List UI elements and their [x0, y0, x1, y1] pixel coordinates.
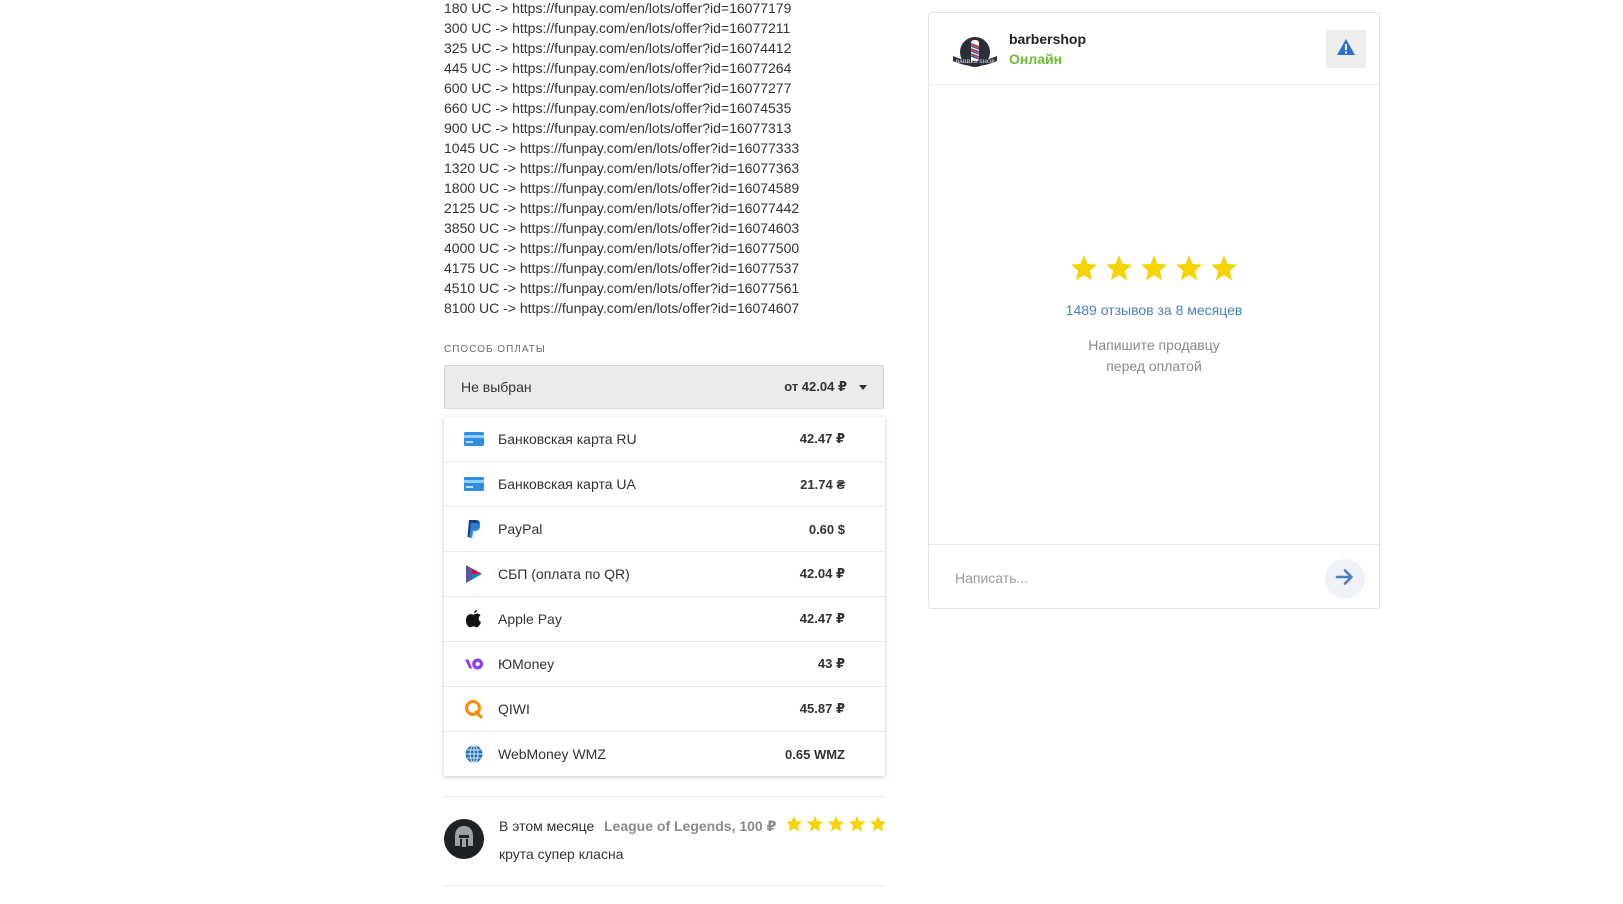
contact-hint-line: перед оплатой	[1106, 358, 1202, 374]
offer-line: 600 UC -> https://funpay.com/en/lots/off…	[444, 80, 792, 96]
message-compose	[929, 544, 1379, 609]
helmet-icon	[453, 825, 475, 854]
apple-icon	[464, 609, 484, 629]
offer-line: 4510 UC -> https://funpay.com/en/lots/of…	[444, 280, 800, 296]
offer-line: 325 UC -> https://funpay.com/en/lots/off…	[444, 40, 792, 56]
payment-option-qiwi[interactable]: QIWI 45.87 ₽	[444, 687, 885, 732]
seller-avatar[interactable]: BARBER SHOP	[951, 34, 999, 70]
message-input[interactable]	[953, 563, 1317, 593]
payment-option-name: СБП (оплата по QR)	[498, 566, 630, 582]
offer-line: 1800 UC -> https://funpay.com/en/lots/of…	[444, 180, 800, 196]
offer-line: 2125 UC -> https://funpay.com/en/lots/of…	[444, 200, 800, 216]
payment-option-price: 42.47 ₽	[799, 611, 845, 626]
offer-line: 3850 UC -> https://funpay.com/en/lots/of…	[444, 220, 800, 236]
payment-option-name: WebMoney WMZ	[498, 746, 606, 762]
payment-option-sbp[interactable]: СБП (оплата по QR) 42.04 ₽	[444, 552, 885, 597]
payment-option-bank-card-ru[interactable]: Банковская карта RU 42.47 ₽	[444, 417, 885, 462]
offer-line: 180 UC -> https://funpay.com/en/lots/off…	[444, 0, 792, 16]
star-icon	[1211, 255, 1237, 281]
offer-line: 445 UC -> https://funpay.com/en/lots/off…	[444, 60, 792, 76]
payment-option-apple-pay[interactable]: Apple Pay 42.47 ₽	[444, 597, 885, 642]
offer-line: 900 UC -> https://funpay.com/en/lots/off…	[444, 120, 792, 136]
payment-method-dropdown: Банковская карта RU 42.47 ₽ Банковская к…	[444, 417, 885, 776]
svg-text:BARBER SHOP: BARBER SHOP	[956, 59, 996, 65]
bank-card-icon	[464, 429, 484, 449]
bank-card-icon	[464, 474, 484, 494]
payment-option-paypal[interactable]: PayPal 0.60 $	[444, 507, 885, 552]
payment-option-name: Банковская карта UA	[498, 476, 636, 492]
star-icon	[827, 815, 845, 832]
arrow-right-icon	[1335, 568, 1355, 591]
offer-line: 660 UC -> https://funpay.com/en/lots/off…	[444, 100, 792, 116]
seller-card: BARBER SHOP barbershop Онлайн 1489 отзыв…	[928, 12, 1380, 609]
reviewer-avatar	[444, 819, 484, 859]
payment-from-price: от 42.04 ₽	[784, 379, 847, 394]
review-game: League of Legends, 100 ₽	[604, 818, 777, 834]
paypal-icon	[464, 519, 484, 539]
sbp-icon	[464, 564, 484, 584]
payment-option-price: 0.60 $	[808, 521, 845, 537]
payment-option-name: ЮMoney	[498, 656, 555, 672]
payment-option-price: 42.47 ₽	[799, 431, 845, 446]
caret-down-icon	[859, 384, 867, 390]
offer-line: 4000 UC -> https://funpay.com/en/lots/of…	[444, 240, 800, 256]
payment-option-yoomoney[interactable]: ЮMoney 43 ₽	[444, 642, 885, 687]
payment-option-name: Apple Pay	[498, 611, 562, 627]
payment-selected-value: Не выбран	[461, 379, 532, 395]
payment-option-price: 42.04 ₽	[799, 566, 845, 581]
reviews-link[interactable]: 1489 отзывов за 8 месяцев	[929, 302, 1379, 318]
divider	[444, 885, 884, 886]
offer-line: 300 UC -> https://funpay.com/en/lots/off…	[444, 20, 791, 36]
report-button[interactable]	[1326, 30, 1366, 68]
qiwi-icon	[464, 699, 484, 719]
payment-option-webmoney-wmz[interactable]: WebMoney WMZ 0.65 WMZ	[444, 732, 885, 776]
contact-hint-line: Напишите продавцу	[1088, 337, 1220, 353]
seller-status: Онлайн	[1009, 51, 1063, 67]
star-icon	[785, 815, 803, 832]
review-text: крута супер класна	[499, 846, 624, 862]
offer-line: 4175 UC -> https://funpay.com/en/lots/of…	[444, 260, 800, 276]
offers-list: 180 UC -> https://funpay.com/en/lots/off…	[444, 0, 864, 320]
payment-option-name: PayPal	[498, 521, 543, 537]
warning-icon	[1336, 38, 1356, 61]
payment-method-select[interactable]: Не выбран от 42.04 ₽	[444, 365, 884, 409]
webmoney-icon	[464, 744, 484, 764]
send-button[interactable]	[1325, 559, 1365, 599]
payment-option-price: 0.65 WMZ	[785, 746, 845, 762]
yoomoney-icon	[464, 654, 484, 674]
payment-option-price: 21.74 ₴	[800, 476, 845, 492]
star-icon	[1141, 255, 1167, 281]
divider	[444, 796, 884, 797]
contact-hint: Напишите продавцу перед оплатой	[929, 335, 1379, 377]
star-icon	[1106, 255, 1132, 281]
seller-name[interactable]: barbershop	[1009, 31, 1086, 47]
star-icon	[848, 815, 866, 832]
payment-method-label: СПОСОБ ОПЛАТЫ	[444, 344, 546, 355]
payment-option-name: Банковская карта RU	[498, 431, 637, 447]
seller-header: BARBER SHOP barbershop Онлайн	[929, 13, 1379, 85]
review-date: В этом месяце	[499, 818, 595, 834]
seller-rating	[929, 254, 1379, 281]
star-icon	[1176, 255, 1202, 281]
payment-option-name: QIWI	[498, 701, 530, 717]
payment-option-price: 45.87 ₽	[799, 701, 845, 716]
payment-option-bank-card-ua[interactable]: Банковская карта UA 21.74 ₴	[444, 462, 885, 507]
payment-option-price: 43 ₽	[817, 656, 845, 671]
offer-line: 1320 UC -> https://funpay.com/en/lots/of…	[444, 160, 800, 176]
star-icon	[806, 815, 824, 832]
review-rating	[785, 815, 887, 832]
offer-line: 1045 UC -> https://funpay.com/en/lots/of…	[444, 140, 800, 156]
star-icon	[869, 815, 887, 832]
offer-line: 8100 UC -> https://funpay.com/en/lots/of…	[444, 300, 800, 316]
star-icon	[1071, 255, 1097, 281]
